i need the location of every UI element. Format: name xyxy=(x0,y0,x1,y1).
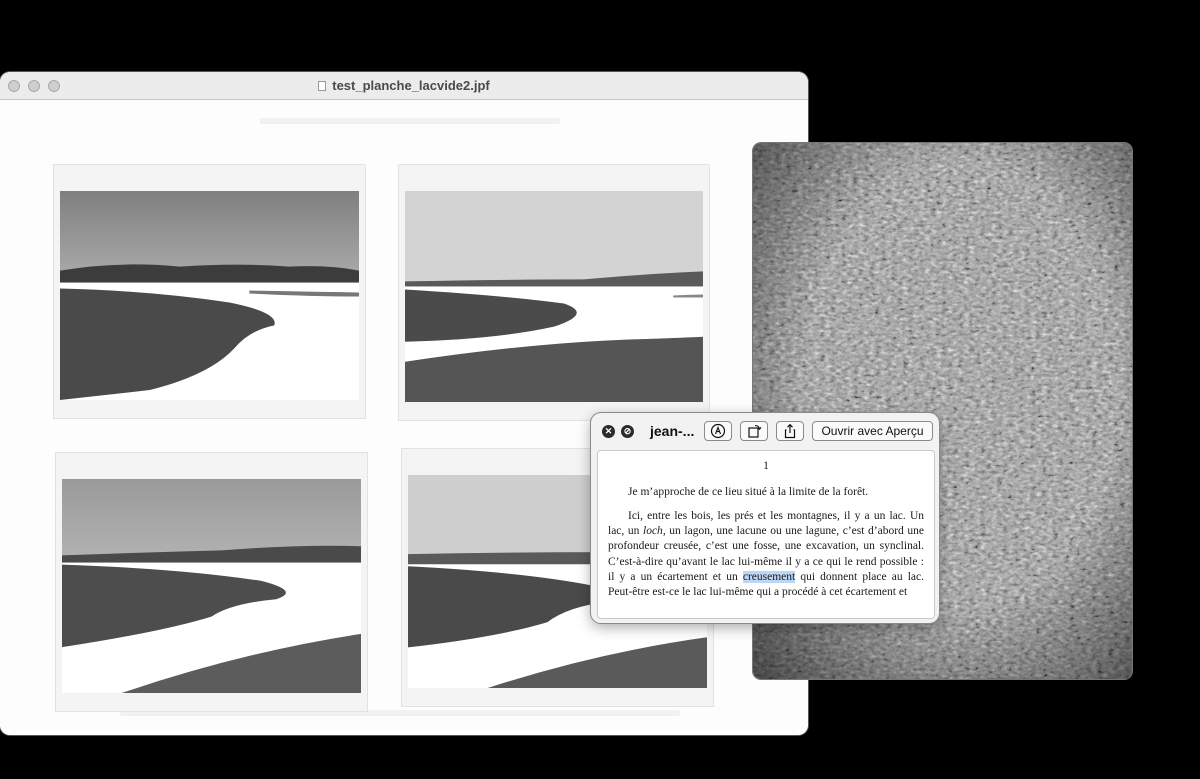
window-title-text: test_planche_lacvide2.jpf xyxy=(332,78,490,93)
share-icon xyxy=(784,423,796,439)
paragraph-2-italic-word: loch xyxy=(643,525,663,538)
markup-button[interactable] xyxy=(704,421,732,441)
share-button[interactable] xyxy=(776,421,804,441)
quicklook-file-name: jean-... xyxy=(650,423,695,439)
photo-print-1 xyxy=(53,164,366,419)
quicklook-popup: ✕ ⊘ jean-... Ouvrir avec Aperçu 1 Je m’a… xyxy=(591,413,939,623)
lake-photo-3 xyxy=(62,479,361,693)
window-title: test_planche_lacvide2.jpf xyxy=(0,78,808,93)
highlighted-word[interactable]: creusement xyxy=(742,570,796,583)
paragraph-2: Ici, entre les bois, les prés et les mon… xyxy=(608,509,924,600)
page-number: 1 xyxy=(763,460,769,472)
photo-print-3 xyxy=(55,452,368,712)
quicklook-toolbar: ✕ ⊘ jean-... Ouvrir avec Aperçu xyxy=(591,413,939,449)
document-icon xyxy=(318,81,327,91)
lake-photo-2 xyxy=(405,191,703,402)
paragraph-1: Je m’approche de ce lieu situé à la limi… xyxy=(628,486,869,498)
rotate-icon xyxy=(748,424,762,438)
lake-photo-1 xyxy=(60,191,359,400)
window-titlebar[interactable]: test_planche_lacvide2.jpf xyxy=(0,72,808,100)
markup-pen-icon xyxy=(710,423,726,439)
faint-text-line xyxy=(260,118,560,124)
open-with-preview-button[interactable]: Ouvrir avec Aperçu xyxy=(812,421,933,441)
rotate-button[interactable] xyxy=(740,421,768,441)
photo-print-2 xyxy=(398,164,710,421)
slash-circle-icon[interactable]: ⊘ xyxy=(621,425,634,438)
document-window: test_planche_lacvide2.jpf xyxy=(0,72,808,735)
close-icon[interactable]: ✕ xyxy=(602,425,615,438)
quicklook-page-preview[interactable]: 1 Je m’approche de ce lieu situé à la li… xyxy=(597,450,935,619)
